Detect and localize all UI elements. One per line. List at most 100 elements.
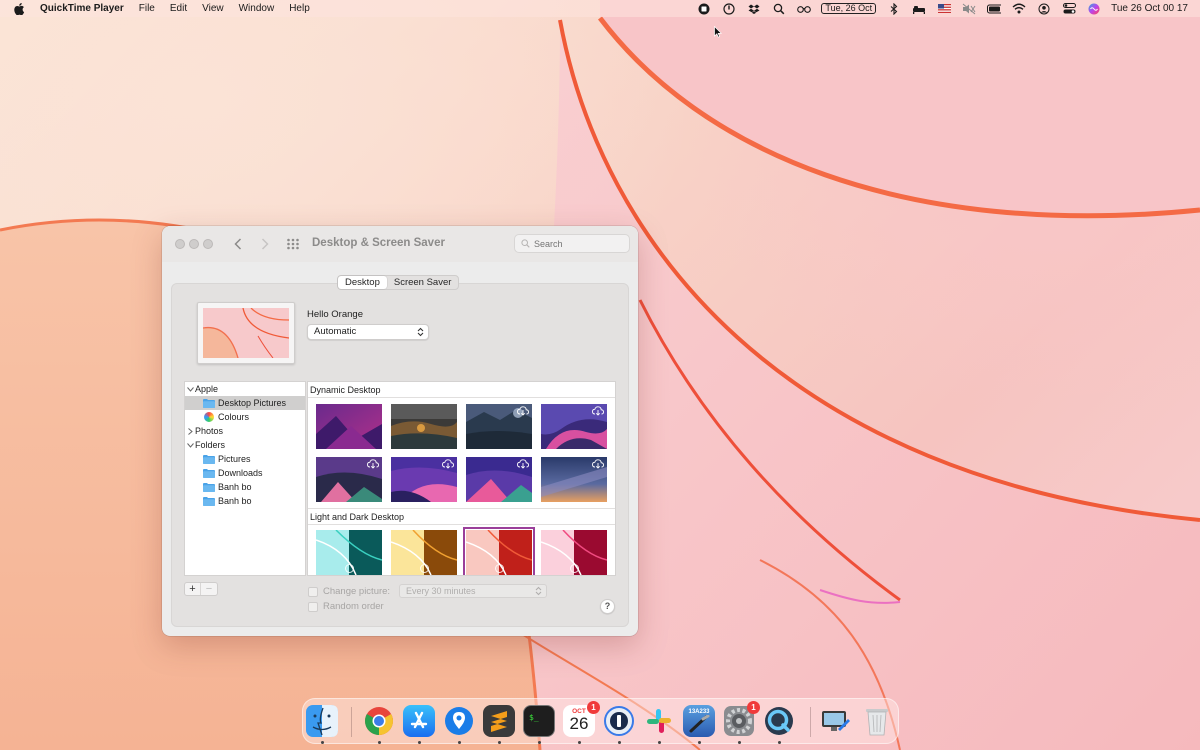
change-interval-popup[interactable]: Every 30 minutes: [399, 584, 547, 598]
dock-app-store-icon[interactable]: [403, 705, 435, 737]
wallpaper-thumb[interactable]: [391, 530, 457, 575]
search-field[interactable]: [514, 234, 630, 253]
dock-system-preferences-icon[interactable]: 1: [723, 701, 760, 737]
wallpaper-name: Hello Orange: [307, 309, 363, 320]
app-name-menu[interactable]: QuickTime Player: [40, 3, 124, 14]
light-dark-mode-icon: [420, 564, 429, 573]
mouse-pointer-icon: [714, 26, 722, 38]
disclosure-expanded-icon[interactable]: [185, 440, 195, 450]
sidebar-item-photos[interactable]: Photos: [185, 424, 305, 438]
wallpaper-thumb[interactable]: [466, 457, 532, 502]
back-chevron-icon[interactable]: [231, 236, 245, 252]
wallpaper-thumb[interactable]: [316, 457, 382, 502]
dock-quicktime-icon[interactable]: [763, 705, 795, 737]
folder-icon: [203, 482, 215, 492]
bluetooth-icon[interactable]: [887, 2, 901, 15]
dock-separator: [810, 707, 811, 737]
change-picture-checkbox[interactable]: [308, 586, 318, 597]
menu-view[interactable]: View: [202, 3, 224, 14]
dock-slack-icon[interactable]: [643, 705, 675, 737]
glasses-icon[interactable]: [797, 3, 812, 15]
dock-terminal-icon[interactable]: $_: [523, 705, 555, 737]
wallpaper-thumb[interactable]: [316, 530, 382, 575]
light-dark-mode-icon: [570, 564, 579, 573]
dock-1password-icon[interactable]: [603, 705, 635, 737]
help-button[interactable]: ?: [600, 599, 615, 614]
control-center-icon[interactable]: [1062, 3, 1076, 15]
sidebar-item-folders[interactable]: Folders: [185, 438, 305, 452]
wallpaper-thumb[interactable]: [541, 457, 607, 502]
dock-sublime-text-icon[interactable]: [483, 705, 515, 737]
current-wallpaper-preview: [197, 302, 295, 364]
download-cloud-icon[interactable]: [592, 406, 604, 416]
menu-edit[interactable]: Edit: [170, 3, 187, 14]
disclosure-expanded-icon[interactable]: [185, 384, 195, 394]
wallpaper-thumb[interactable]: [541, 530, 607, 575]
light-dark-mode-icon: [495, 564, 504, 573]
sidebar-item-downloads[interactable]: Downloads: [185, 466, 305, 480]
dock-maps-pin-icon[interactable]: [443, 705, 475, 737]
apple-logo-icon[interactable]: [14, 2, 26, 15]
remove-folder-button[interactable]: −: [201, 583, 217, 595]
dock: $_ OCT 26 1 13A233 1: [302, 698, 899, 744]
bed-icon[interactable]: [912, 3, 926, 15]
download-cloud-icon[interactable]: [592, 459, 604, 469]
download-cloud-icon[interactable]: [517, 459, 529, 469]
user-icon[interactable]: [1037, 3, 1051, 15]
random-order-label: Random order: [323, 601, 384, 612]
mute-icon[interactable]: [962, 3, 976, 15]
us-flag-icon[interactable]: [937, 3, 951, 15]
download-cloud-icon[interactable]: [442, 459, 454, 469]
wallpaper-thumb[interactable]: [466, 404, 532, 449]
dock-trash-icon[interactable]: [861, 705, 893, 737]
screen-record-icon[interactable]: [697, 3, 711, 15]
dock-finder-icon[interactable]: [306, 705, 338, 737]
wifi-icon[interactable]: [1012, 3, 1026, 15]
wallpaper-thumb[interactable]: [391, 404, 457, 449]
dock-chrome-icon[interactable]: [363, 705, 395, 737]
sidebar-item-apple[interactable]: Apple: [185, 382, 305, 396]
sidebar-item-label: Apple: [195, 384, 219, 394]
sidebar-item-label: Banh bo: [218, 496, 252, 506]
dock-xcode-beta-icon[interactable]: 13A233: [683, 705, 715, 737]
sidebar-item-banh-bo-2[interactable]: Banh bo: [185, 494, 305, 508]
tab-screen-saver[interactable]: Screen Saver: [387, 276, 459, 289]
sidebar-item-colours[interactable]: Colours: [185, 410, 305, 424]
dock-calendar-icon[interactable]: OCT 26 1: [563, 701, 600, 737]
updown-chevron-icon: [535, 586, 542, 596]
sidebar-item-desktop-pictures[interactable]: Desktop Pictures: [185, 396, 305, 410]
tab-desktop[interactable]: Desktop: [338, 276, 387, 289]
forward-chevron-icon[interactable]: [258, 236, 272, 252]
wallpaper-thumb[interactable]: [541, 404, 607, 449]
wallpaper-thumb[interactable]: [391, 457, 457, 502]
power-icon[interactable]: [722, 2, 736, 15]
download-cloud-icon[interactable]: [367, 459, 379, 469]
download-cloud-icon[interactable]: [517, 406, 529, 416]
menu-window[interactable]: Window: [239, 3, 275, 14]
dropbox-icon[interactable]: [747, 3, 761, 15]
search-icon[interactable]: [772, 3, 786, 15]
dock-screen-sharing-icon[interactable]: [820, 705, 852, 737]
random-order-checkbox[interactable]: [308, 601, 318, 612]
show-all-grid-icon[interactable]: [286, 237, 300, 251]
sidebar-item-banh-bo[interactable]: Banh bo: [185, 480, 305, 494]
running-indicator: [378, 741, 381, 744]
sidebar-item-pictures[interactable]: Pictures: [185, 452, 305, 466]
search-input[interactable]: [534, 238, 614, 249]
add-folder-button[interactable]: +: [185, 583, 202, 595]
menu-help[interactable]: Help: [289, 3, 310, 14]
wallpaper-thumb-selected[interactable]: [463, 527, 535, 575]
disclosure-collapsed-icon[interactable]: [185, 426, 195, 436]
minimize-button[interactable]: [189, 239, 199, 249]
battery-icon[interactable]: [987, 3, 1002, 15]
close-button[interactable]: [175, 239, 185, 249]
menu-clock[interactable]: Tue 26 Oct 00 17: [1111, 3, 1188, 14]
date-indicator[interactable]: Tue, 26 Oct: [821, 3, 877, 14]
running-indicator: [498, 741, 501, 744]
appearance-popup[interactable]: Automatic: [307, 324, 429, 340]
zoom-button[interactable]: [203, 239, 213, 249]
menu-file[interactable]: File: [139, 3, 155, 14]
updown-chevron-icon: [417, 327, 424, 337]
wallpaper-thumb[interactable]: [316, 404, 382, 449]
siri-icon[interactable]: [1087, 3, 1101, 15]
